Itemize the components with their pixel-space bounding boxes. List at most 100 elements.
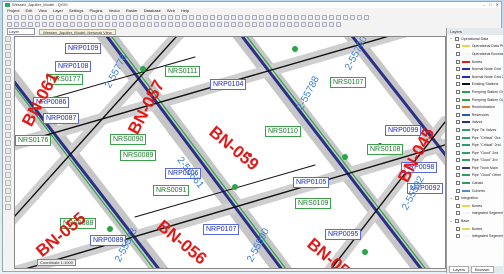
- toolbar-button[interactable]: [231, 22, 236, 27]
- layer-item[interactable]: Normal Node Grid 2: [447, 73, 503, 81]
- toolbar-button[interactable]: [112, 22, 117, 27]
- layer-checkbox[interactable]: [456, 59, 460, 64]
- toolbar-button[interactable]: [308, 22, 313, 27]
- layer-checkbox[interactable]: [456, 188, 460, 193]
- layer-item[interactable]: Reservoirs: [447, 111, 503, 119]
- toolbar-button[interactable]: [147, 15, 152, 20]
- toolbar-button[interactable]: [98, 22, 103, 27]
- tool-button[interactable]: [5, 84, 11, 90]
- tool-button[interactable]: [5, 172, 11, 178]
- layer-item[interactable]: Existing Stations: [447, 81, 503, 89]
- tool-button[interactable]: [5, 140, 11, 146]
- layer-checkbox[interactable]: [455, 196, 459, 201]
- layer-group[interactable]: − Operational Data: [447, 35, 503, 43]
- layer-item[interactable]: Nodes: [447, 202, 503, 210]
- tool-button[interactable]: [5, 124, 11, 130]
- toolbar-button[interactable]: [196, 22, 201, 27]
- toolbar-button[interactable]: [315, 15, 320, 20]
- toolbar-button[interactable]: [112, 15, 117, 20]
- tool-button[interactable]: [5, 60, 11, 66]
- layer-checkbox[interactable]: [456, 44, 460, 49]
- layer-checkbox[interactable]: [456, 89, 460, 94]
- toolbar-button[interactable]: [70, 22, 75, 27]
- layer-checkbox[interactable]: [456, 226, 460, 231]
- toolbar-button[interactable]: [175, 22, 180, 27]
- toolbar-button[interactable]: [182, 15, 187, 20]
- toolbar-button[interactable]: [63, 22, 68, 27]
- tool-button[interactable]: [5, 76, 11, 82]
- tool-button[interactable]: [5, 116, 11, 122]
- tool-button[interactable]: [5, 100, 11, 106]
- toolbar-button[interactable]: [189, 22, 194, 27]
- layer-checkbox[interactable]: [456, 150, 460, 155]
- layer-checkbox[interactable]: [456, 165, 460, 170]
- layer-checkbox[interactable]: [456, 181, 460, 186]
- layer-checkbox[interactable]: [456, 203, 460, 208]
- toolbar-button[interactable]: [56, 22, 61, 27]
- toolbar-button[interactable]: [119, 15, 124, 20]
- toolbar-button[interactable]: [273, 15, 278, 20]
- toolbar-button[interactable]: [49, 15, 54, 20]
- toolbar-button[interactable]: [245, 22, 250, 27]
- toolbar-button[interactable]: [196, 15, 201, 20]
- expand-icon[interactable]: −: [450, 196, 453, 201]
- layer-checkbox[interactable]: [456, 173, 460, 178]
- tool-button[interactable]: [5, 68, 11, 74]
- layer-item[interactable]: Integrated Segment: [447, 232, 503, 240]
- layer-checkbox[interactable]: [456, 143, 460, 148]
- toolbar-button[interactable]: [238, 22, 243, 27]
- toolbar-button[interactable]: [133, 15, 138, 20]
- toolbar-button[interactable]: [231, 15, 236, 20]
- toolbar-button[interactable]: [252, 22, 257, 27]
- layer-item[interactable]: Pipe "Critical" 2nd: [447, 141, 503, 149]
- toolbar-button[interactable]: [77, 15, 82, 20]
- toolbar-button[interactable]: [84, 15, 89, 20]
- toolbar-button[interactable]: [287, 15, 292, 20]
- toolbar-button[interactable]: [7, 15, 12, 20]
- toolbar-button[interactable]: [266, 15, 271, 20]
- toolbar-button[interactable]: [70, 15, 75, 20]
- toolbar-button[interactable]: [126, 22, 131, 27]
- tool-button[interactable]: [5, 132, 11, 138]
- toolbar-button[interactable]: [56, 15, 61, 20]
- toolbar-button[interactable]: [210, 15, 215, 20]
- expand-icon[interactable]: −: [450, 36, 453, 41]
- toolbar-button[interactable]: [154, 15, 159, 20]
- layer-item[interactable]: Valves: [447, 119, 503, 127]
- toolbar-button[interactable]: [175, 15, 180, 20]
- tool-button[interactable]: [5, 92, 11, 98]
- layer-item[interactable]: Pumping Station Grid: [447, 88, 503, 96]
- tool-button[interactable]: [5, 148, 11, 154]
- toolbar-button[interactable]: [350, 15, 355, 20]
- layer-checkbox[interactable]: [456, 120, 460, 125]
- toolbar-button[interactable]: [140, 15, 145, 20]
- toolbar-button[interactable]: [259, 22, 264, 27]
- toolbar-button[interactable]: [280, 22, 285, 27]
- toolbar-button[interactable]: [147, 22, 152, 27]
- layer-item[interactable]: Pipe "Good" 2nd: [447, 149, 503, 157]
- toolbar-button[interactable]: [329, 15, 334, 20]
- toolbar-button[interactable]: [42, 15, 47, 20]
- toolbar-button[interactable]: [126, 15, 131, 20]
- toolbar-button[interactable]: [91, 15, 96, 20]
- tool-button[interactable]: [5, 180, 11, 186]
- layer-group[interactable]: − Integration: [447, 194, 503, 202]
- toolbar-button[interactable]: [217, 22, 222, 27]
- toolbar-button[interactable]: [217, 15, 222, 20]
- toolbar-button[interactable]: [14, 15, 19, 20]
- toolbar-button[interactable]: [14, 22, 19, 27]
- layer-item[interactable]: Nodes: [447, 58, 503, 66]
- toolbar-button[interactable]: [7, 22, 12, 27]
- toolbar-button[interactable]: [336, 22, 341, 27]
- toolbar-button[interactable]: [210, 22, 215, 27]
- toolbar-button[interactable]: [280, 15, 285, 20]
- layer-item[interactable]: Operational Data Pt: [447, 43, 503, 51]
- tab-layers[interactable]: Layers: [449, 266, 470, 273]
- layer-group[interactable]: − Base: [447, 217, 503, 225]
- toolbar-button[interactable]: [308, 15, 313, 20]
- toolbar-button[interactable]: [77, 22, 82, 27]
- toolbar-button[interactable]: [182, 22, 187, 27]
- toolbar-button[interactable]: [343, 15, 348, 20]
- layer-checkbox[interactable]: [455, 36, 459, 41]
- layer-checkbox[interactable]: [456, 82, 460, 87]
